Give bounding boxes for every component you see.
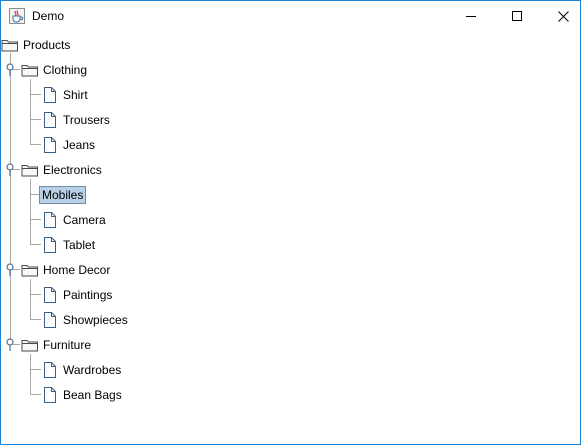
folder-open-icon [21, 265, 38, 277]
document-icon [44, 287, 56, 303]
tree-guide-line [30, 279, 31, 319]
title-bar[interactable]: Demo [1, 1, 580, 31]
tree-guide-line [30, 319, 41, 320]
tree-node-paintings[interactable]: Paintings [41, 285, 114, 305]
expand-handle-icon[interactable] [5, 262, 15, 276]
document-icon [44, 312, 56, 328]
tree-node-label: Tablet [63, 238, 96, 252]
tree-guide-line [30, 144, 41, 145]
tree-guide-line [30, 244, 41, 245]
tree-node-camera[interactable]: Camera [41, 210, 108, 230]
tree-node-electronics[interactable]: Electronics [21, 160, 104, 180]
tree-guide-line [30, 79, 31, 144]
minimize-icon [466, 16, 476, 17]
tree-guide-line [30, 354, 31, 394]
tree-node-label: Paintings [63, 288, 113, 302]
tree-node-label: Jeans [63, 138, 96, 152]
close-button[interactable] [540, 1, 580, 31]
document-icon [44, 387, 56, 403]
window-title: Demo [32, 9, 65, 23]
close-icon [557, 10, 569, 22]
tree-node-label: Showpieces [63, 313, 128, 327]
tree-node-shirt[interactable]: Shirt [41, 85, 90, 105]
tree-node-label: Home Decor [43, 263, 111, 277]
tree-node-clothing[interactable]: Clothing [21, 60, 89, 80]
tree-node-products[interactable]: Products [1, 35, 72, 55]
java-cup-icon [9, 8, 25, 24]
tree-guide-line [30, 179, 31, 244]
tree-node-label: Electronics [43, 163, 102, 177]
app-window: Demo Products Clothing Shirt Trousers Je… [0, 0, 581, 445]
tree-node-furniture[interactable]: Furniture [21, 335, 93, 355]
document-icon [44, 212, 56, 228]
tree-node-mobiles[interactable]: Mobiles [39, 185, 87, 205]
tree-guide-line [30, 294, 41, 295]
folder-open-icon [1, 40, 18, 52]
tree-node-label: Wardrobes [63, 363, 122, 377]
tree-guide-line [30, 219, 41, 220]
tree-node-tablet[interactable]: Tablet [41, 235, 97, 255]
tree-node-label: Camera [63, 213, 106, 227]
document-icon [44, 362, 56, 378]
tree-node-jeans[interactable]: Jeans [41, 135, 97, 155]
maximize-icon [512, 11, 522, 21]
tree-node-showpieces[interactable]: Showpieces [41, 310, 130, 330]
tree-view[interactable]: Products Clothing Shirt Trousers Jeans E… [1, 31, 580, 444]
maximize-button[interactable] [494, 1, 540, 31]
tree-guide-line [30, 394, 41, 395]
tree-guide-line [30, 369, 41, 370]
expand-handle-icon[interactable] [5, 162, 15, 176]
tree-guide-line [30, 94, 41, 95]
folder-open-icon [21, 340, 38, 352]
tree-node-wardrobes[interactable]: Wardrobes [41, 360, 123, 380]
document-icon [44, 112, 56, 128]
tree-guide-line [10, 53, 11, 345]
tree-guide-line [30, 119, 41, 120]
tree-node-label: Furniture [43, 338, 92, 352]
minimize-button[interactable] [448, 1, 494, 31]
tree-node-label: Clothing [43, 63, 88, 77]
expand-handle-icon[interactable] [5, 62, 15, 76]
folder-open-icon [21, 165, 38, 177]
document-icon [44, 87, 56, 103]
tree-node-home-decor[interactable]: Home Decor [21, 260, 112, 280]
document-icon [44, 237, 56, 253]
tree-node-label: Mobiles [39, 186, 87, 204]
tree-node-label: Trousers [63, 113, 110, 127]
folder-open-icon [21, 65, 38, 77]
document-icon [44, 137, 56, 153]
tree-node-bean-bags[interactable]: Bean Bags [41, 385, 124, 405]
expand-handle-icon[interactable] [5, 337, 15, 351]
tree-node-label: Bean Bags [63, 388, 122, 402]
tree-node-label: Shirt [63, 88, 88, 102]
tree-node-trousers[interactable]: Trousers [41, 110, 112, 130]
tree-node-label: Products [23, 38, 71, 52]
